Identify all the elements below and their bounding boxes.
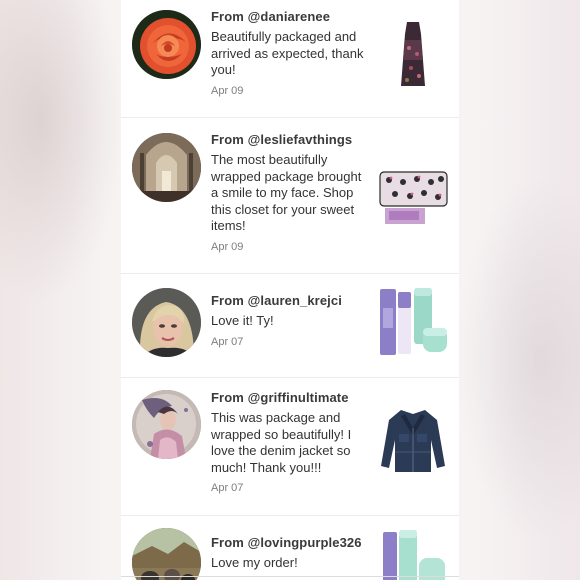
feed-item: From @lesliefavthings The most beautiful… [121, 118, 459, 274]
user-avatar[interactable] [132, 10, 201, 79]
review-date: Apr 07 [211, 482, 244, 494]
listing-thumbnail[interactable] [379, 406, 448, 475]
from-label: From [211, 132, 244, 147]
feed-item: From @lauren_krejci Love it! Ty! Apr 07 [121, 274, 459, 378]
review-message: The most beautifully wrapped package bro… [211, 152, 362, 233]
feed-item: From @daniarenee Beautifully packaged an… [121, 0, 459, 118]
cathedral-photo-icon [132, 133, 201, 202]
rose-photo-icon [132, 10, 201, 79]
user-avatar[interactable] [132, 528, 201, 580]
username-link[interactable]: @lesliefavthings [248, 132, 353, 147]
username-link[interactable]: @daniarenee [248, 9, 330, 24]
skincare-set-photo-icon [379, 528, 448, 580]
love-notes-feed: From @daniarenee Beautifully packaged an… [121, 0, 459, 580]
listing-thumbnail[interactable] [379, 288, 448, 357]
sender-line: From @lesliefavthings [211, 132, 369, 148]
maxi-dress-photo-icon [379, 20, 448, 89]
review-date: Apr 09 [211, 240, 244, 253]
from-label: From [211, 390, 244, 405]
from-label: From [211, 535, 244, 550]
feed-item: From @griffinultimate This was package a… [121, 378, 459, 516]
denim-jacket-photo-icon [379, 406, 448, 475]
skincare-set-photo-icon [379, 288, 448, 357]
user-avatar[interactable] [132, 390, 201, 459]
fantasy-art-photo-icon [132, 390, 201, 459]
sender-line: From @lovingpurple326 [211, 535, 369, 551]
selfie-photo-icon [132, 288, 201, 357]
username-link[interactable]: @lovingpurple326 [248, 535, 362, 550]
review-message: This was package and wrapped so beautifu… [211, 410, 352, 475]
user-avatar[interactable] [132, 133, 201, 202]
listing-thumbnail[interactable] [379, 528, 448, 580]
sender-line: From @lauren_krejci [211, 293, 369, 309]
hello-kitty-wallet-photo-icon [379, 160, 448, 229]
username-link[interactable]: @lauren_krejci [248, 293, 342, 308]
from-label: From [211, 293, 244, 308]
divider [121, 576, 459, 580]
review-message: Love it! Ty! [211, 313, 274, 328]
review-message: Beautifully packaged and arrived as expe… [211, 29, 364, 77]
from-label: From [211, 9, 244, 24]
cats-photo-icon [132, 528, 201, 580]
feed-item: From @lovingpurple326 Love my order! [121, 516, 459, 580]
username-link[interactable]: @griffinultimate [248, 390, 349, 405]
sender-line: From @daniarenee [211, 9, 369, 25]
review-date: Apr 09 [211, 84, 244, 97]
sender-line: From @griffinultimate [211, 390, 369, 406]
review-date: Apr 07 [211, 335, 244, 348]
user-avatar[interactable] [132, 288, 201, 357]
review-message: Love my order! [211, 555, 298, 570]
listing-thumbnail[interactable] [379, 20, 448, 89]
listing-thumbnail[interactable] [379, 160, 448, 229]
